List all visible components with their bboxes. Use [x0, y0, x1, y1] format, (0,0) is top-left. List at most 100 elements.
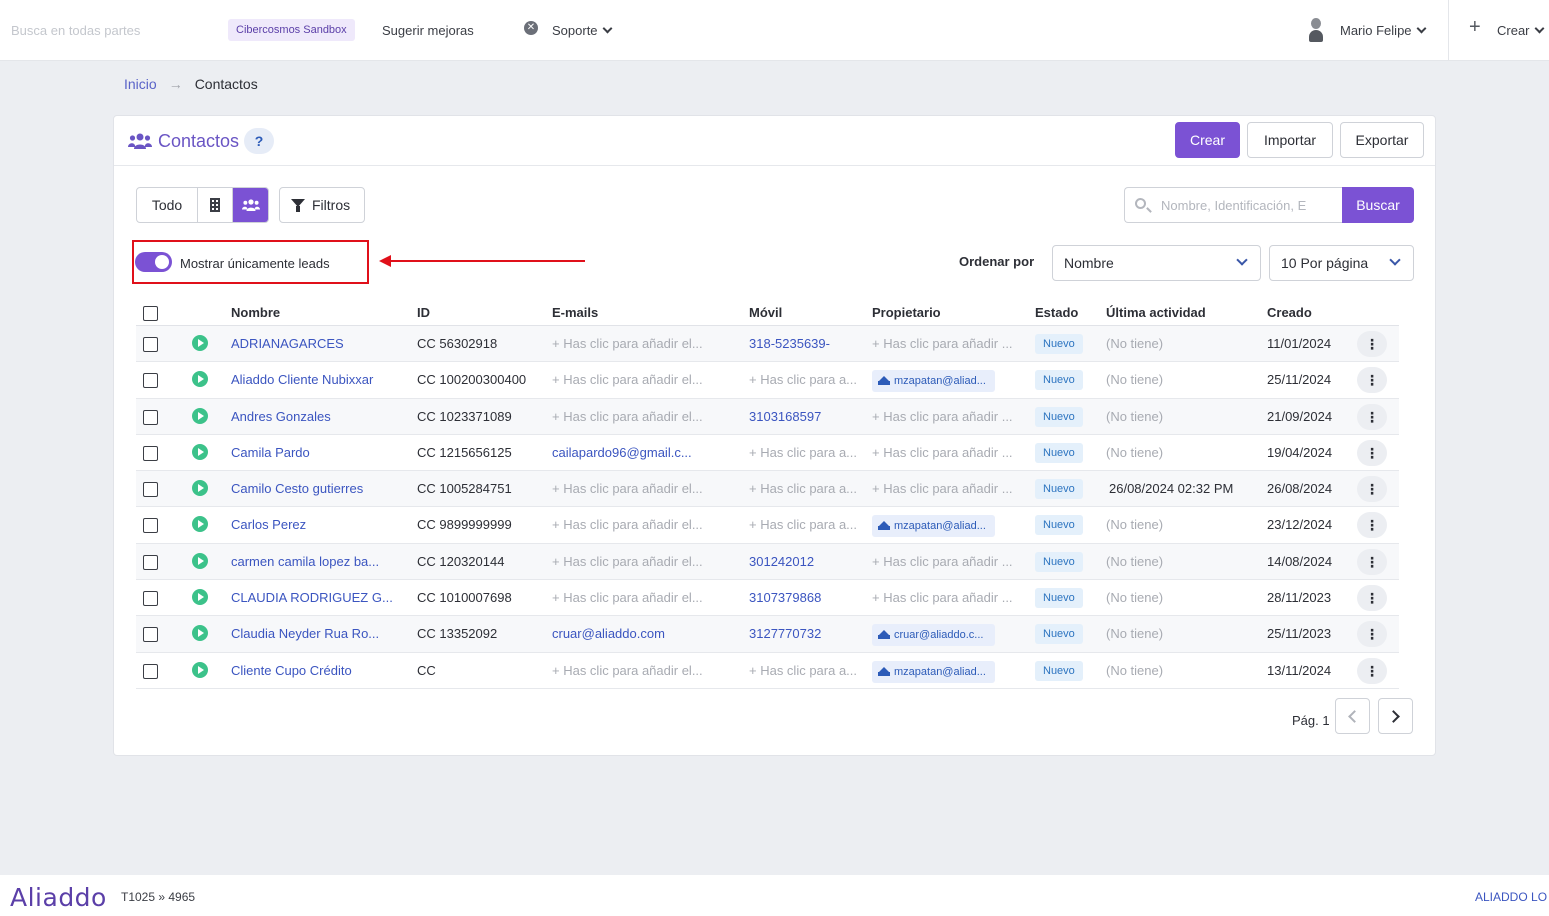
prev-page-button[interactable]: [1335, 698, 1370, 734]
owner-badge[interactable]: mzapatan@aliad...: [872, 370, 995, 393]
row-actions-menu-icon[interactable]: ⋮: [1357, 621, 1387, 648]
play-icon[interactable]: [192, 625, 208, 642]
export-button[interactable]: Exportar: [1340, 122, 1424, 158]
leads-toggle[interactable]: [135, 252, 172, 272]
segment-organizations[interactable]: [198, 188, 233, 222]
mobile-cell[interactable]: 301242012: [749, 544, 864, 580]
email-cell[interactable]: + Has clic para añadir el...: [552, 544, 737, 580]
filters-button[interactable]: Filtros: [279, 187, 365, 223]
email-cell[interactable]: + Has clic para añadir el...: [552, 362, 737, 398]
mobile-cell[interactable]: 3103168597: [749, 399, 864, 435]
segment-people[interactable]: [233, 188, 268, 222]
owner-badge[interactable]: mzapatan@aliad...: [872, 515, 995, 538]
owner-badge[interactable]: cruar@aliaddo.c...: [872, 624, 995, 647]
header-last-activity[interactable]: Última actividad: [1106, 298, 1206, 328]
row-actions-menu-icon[interactable]: ⋮: [1357, 657, 1387, 684]
play-icon[interactable]: [192, 516, 208, 533]
table-row[interactable]: Carlos Perez CC 9899999999 + Has clic para…: [136, 507, 1399, 544]
owner-cell[interactable]: + Has clic para añadir ...: [872, 544, 1022, 580]
contact-name-link[interactable]: Andres Gonzales: [231, 399, 401, 435]
sandbox-badge[interactable]: Cibercosmos Sandbox: [228, 19, 355, 41]
owner-cell[interactable]: + Has clic para añadir ...: [872, 399, 1022, 435]
owner-cell[interactable]: + Has clic para añadir ...: [872, 435, 1022, 471]
row-checkbox[interactable]: [143, 445, 158, 461]
global-search-input[interactable]: Busca en todas partes: [11, 23, 140, 38]
sort-select[interactable]: Nombre: [1052, 245, 1261, 281]
row-checkbox[interactable]: [143, 591, 158, 607]
row-actions-menu-icon[interactable]: ⋮: [1357, 439, 1387, 466]
email-cell[interactable]: + Has clic para añadir el...: [552, 580, 737, 616]
header-mobile[interactable]: Móvil: [749, 298, 782, 328]
table-row[interactable]: CLAUDIA RODRIGUEZ G... CC 1010007698 + Has…: [136, 580, 1399, 617]
mobile-cell[interactable]: 3127770732: [749, 616, 864, 652]
row-checkbox[interactable]: [143, 627, 158, 643]
play-icon[interactable]: [192, 443, 208, 460]
contact-name-link[interactable]: Claudia Neyder Rua Ro...: [231, 616, 401, 652]
table-row[interactable]: Camila Pardo CC 1215656125 cailapardo96@gm…: [136, 435, 1399, 472]
contact-name-link[interactable]: Aliaddo Cliente Nubixxar: [231, 362, 401, 398]
import-button[interactable]: Importar: [1247, 122, 1333, 158]
table-row[interactable]: ADRIANAGARCES CC 56302918 + Has clic para …: [136, 326, 1399, 363]
table-row[interactable]: Claudia Neyder Rua Ro... CC 13352092 cruar…: [136, 616, 1399, 653]
row-checkbox[interactable]: [143, 373, 158, 389]
owner-badge[interactable]: mzapatan@aliad...: [872, 660, 995, 683]
email-cell[interactable]: + Has clic para añadir el...: [552, 471, 737, 507]
play-icon[interactable]: [192, 661, 208, 678]
row-checkbox[interactable]: [143, 409, 158, 425]
table-row[interactable]: Andres Gonzales CC 1023371089 + Has clic p…: [136, 398, 1399, 435]
row-checkbox[interactable]: [143, 554, 158, 570]
support-icon[interactable]: ✕: [524, 21, 538, 35]
contact-name-link[interactable]: Camila Pardo: [231, 435, 401, 471]
row-checkbox[interactable]: [143, 663, 158, 679]
play-icon[interactable]: [192, 335, 208, 351]
per-page-select[interactable]: 10 Por página: [1269, 245, 1414, 281]
contact-name-link[interactable]: CLAUDIA RODRIGUEZ G...: [231, 580, 401, 616]
header-emails[interactable]: E-mails: [552, 298, 598, 328]
header-created[interactable]: Creado: [1267, 298, 1312, 328]
play-icon[interactable]: [192, 407, 208, 424]
row-actions-menu-icon[interactable]: ⋮: [1357, 403, 1387, 430]
contact-name-link[interactable]: Camilo Cesto gutierres: [231, 471, 401, 507]
play-icon[interactable]: [192, 552, 208, 569]
row-actions-menu-icon[interactable]: ⋮: [1357, 476, 1387, 503]
contact-name-link[interactable]: Carlos Perez: [231, 507, 401, 543]
support-menu[interactable]: Soporte: [552, 23, 612, 38]
search-input[interactable]: [1161, 188, 1337, 222]
row-actions-menu-icon[interactable]: ⋮: [1357, 585, 1387, 612]
mobile-cell[interactable]: + Has clic para a...: [749, 471, 864, 507]
row-actions-menu-icon[interactable]: ⋮: [1357, 548, 1387, 575]
header-owner[interactable]: Propietario: [872, 298, 941, 328]
owner-cell[interactable]: + Has clic para añadir ...: [872, 580, 1022, 616]
owner-cell[interactable]: + Has clic para añadir ...: [872, 471, 1022, 507]
play-icon[interactable]: [192, 589, 208, 606]
row-checkbox[interactable]: [143, 337, 158, 352]
owner-cell[interactable]: + Has clic para añadir ...: [872, 326, 1022, 362]
play-icon[interactable]: [192, 480, 208, 497]
header-status[interactable]: Estado: [1035, 298, 1078, 328]
user-menu[interactable]: Mario Felipe: [1340, 23, 1426, 38]
mobile-cell[interactable]: + Has clic para a...: [749, 507, 864, 543]
select-all-checkbox[interactable]: [143, 306, 158, 321]
create-menu[interactable]: Crear: [1497, 23, 1544, 38]
create-button[interactable]: Crear: [1175, 122, 1240, 158]
row-checkbox[interactable]: [143, 518, 158, 534]
table-row[interactable]: Aliaddo Cliente Nubixxar CC 100200300400 +…: [136, 362, 1399, 399]
email-cell[interactable]: + Has clic para añadir el...: [552, 399, 737, 435]
mobile-cell[interactable]: + Has clic para a...: [749, 362, 864, 398]
footer-link[interactable]: ALIADDO LO: [1475, 890, 1547, 904]
row-actions-menu-icon[interactable]: ⋮: [1357, 512, 1387, 539]
email-cell[interactable]: + Has clic para añadir el...: [552, 653, 737, 689]
table-row[interactable]: carmen camila lopez ba... CC 120320144 + H…: [136, 543, 1399, 581]
contact-name-link[interactable]: carmen camila lopez ba...: [231, 544, 401, 580]
help-button[interactable]: ?: [244, 128, 274, 154]
header-id[interactable]: ID: [417, 298, 430, 328]
mobile-cell[interactable]: 318-5235639-: [749, 326, 864, 362]
breadcrumb-home-link[interactable]: Inicio: [124, 76, 157, 92]
suggest-improvements-link[interactable]: Sugerir mejoras: [382, 23, 474, 38]
row-actions-menu-icon[interactable]: ⋮: [1357, 331, 1387, 357]
email-cell[interactable]: + Has clic para añadir el...: [552, 507, 737, 543]
plus-icon[interactable]: +: [1469, 17, 1481, 37]
segment-all[interactable]: Todo: [137, 188, 198, 222]
table-row[interactable]: Cliente Cupo Crédito CC + Has clic para añ…: [136, 653, 1399, 689]
next-page-button[interactable]: [1378, 698, 1413, 734]
